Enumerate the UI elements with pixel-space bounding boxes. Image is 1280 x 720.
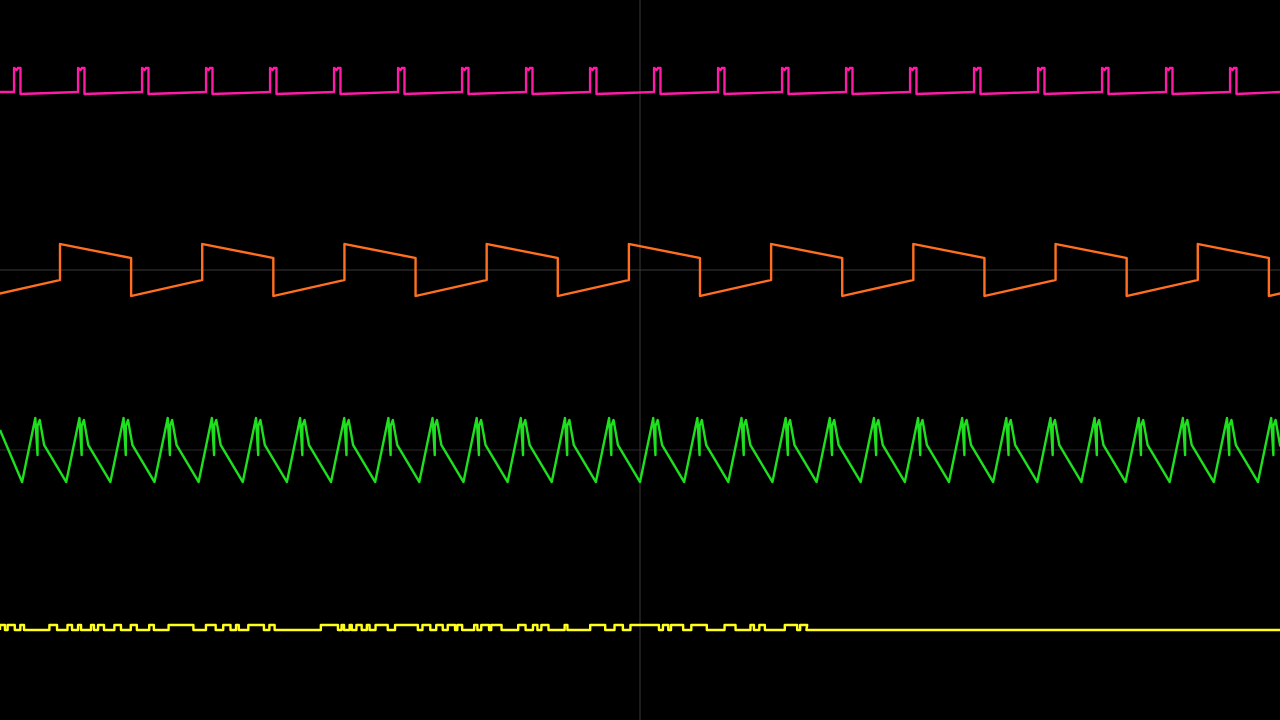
oscilloscope-view: [0, 0, 1280, 720]
